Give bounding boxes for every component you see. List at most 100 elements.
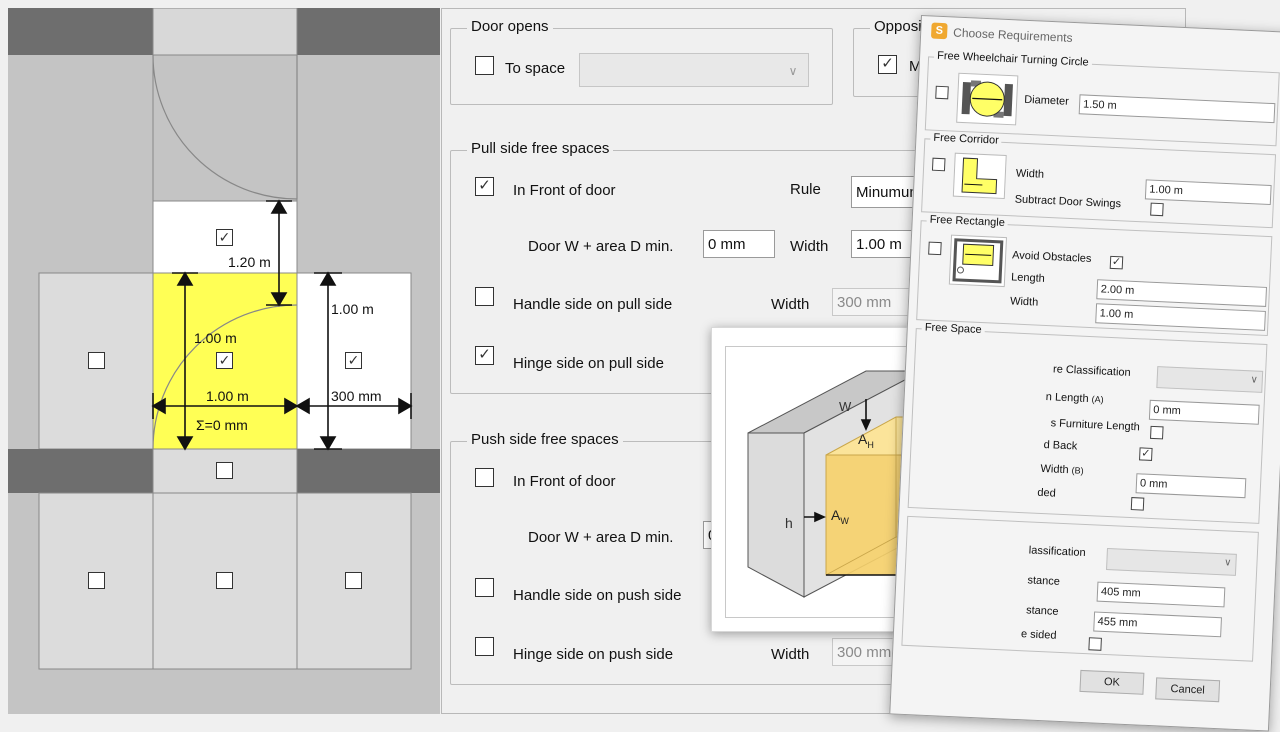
fs-width-input[interactable]: 0 mm xyxy=(1135,473,1247,499)
illus-ah-sub: H xyxy=(867,439,874,450)
door-opens-group: Door opens To space ∨ xyxy=(450,18,833,105)
dist-classification-label: lassification xyxy=(1028,544,1086,560)
rectangle-checkbox[interactable] xyxy=(928,241,942,256)
corridor-icon xyxy=(952,152,1007,199)
push-hinge-width-label: Width xyxy=(771,646,810,663)
zone-top-checkbox[interactable]: ✓ xyxy=(216,229,233,246)
dist-classification-select[interactable]: ∨ xyxy=(1106,547,1237,576)
pull-hinge-checkbox[interactable]: ✓ xyxy=(475,346,494,365)
to-space-select[interactable]: ∨ xyxy=(579,53,809,87)
rect-width-label: Width xyxy=(1009,295,1039,309)
zone-handle-checkbox[interactable] xyxy=(88,352,105,369)
turning-checkbox[interactable] xyxy=(935,85,949,100)
fs-furniture-label: s Furniture Length xyxy=(1050,417,1141,434)
illus-aw-sub: W xyxy=(840,515,849,526)
fs-ded-checkbox[interactable] xyxy=(1130,497,1145,511)
pull-door-w-input[interactable]: 0 mm xyxy=(703,230,775,258)
zone-push-front-checkbox[interactable] xyxy=(216,572,233,589)
illus-w-small: W xyxy=(839,399,852,414)
corridor-width-label: Width xyxy=(1015,167,1045,181)
pull-front-label: In Front of door xyxy=(513,182,616,199)
distance-group: lassification ∨ stance 405 mm stance 455… xyxy=(901,515,1259,662)
push-handle-checkbox[interactable] xyxy=(475,578,494,597)
push-handle-label: Handle side on push side xyxy=(513,587,682,604)
zone-door-checkbox[interactable] xyxy=(216,462,233,479)
zone-hinge-checkbox[interactable]: ✓ xyxy=(345,352,362,369)
avoid-obstacles-label: Avoid Obstacles xyxy=(1011,249,1092,265)
pull-side-legend: Pull side free spaces xyxy=(467,140,614,157)
app-logo-icon: S xyxy=(930,22,948,40)
illus-h-small: h xyxy=(785,515,793,531)
push-hinge-label: Hinge side on push side xyxy=(513,646,674,663)
push-side-legend: Push side free spaces xyxy=(467,431,623,448)
fs-width-sub: (B) xyxy=(1071,465,1084,476)
zone-front-checkbox[interactable]: ✓ xyxy=(216,352,233,369)
corridor-checkbox[interactable] xyxy=(931,157,946,172)
dim-side-offset: 300 mm xyxy=(331,388,382,404)
ok-button[interactable]: OK xyxy=(1079,669,1145,695)
door-opens-legend: Door opens xyxy=(467,18,553,35)
pull-hinge-label: Hinge side on pull side xyxy=(513,355,664,372)
subtract-swings-checkbox[interactable] xyxy=(1150,202,1164,217)
pull-width-label: Width xyxy=(790,238,829,255)
illus-aw: AW xyxy=(831,507,849,526)
pull-door-w-label: Door W + area D min. xyxy=(528,238,674,255)
cancel-button[interactable]: Cancel xyxy=(1155,677,1221,703)
pull-handle-checkbox[interactable] xyxy=(475,287,494,306)
fs-classification-select[interactable]: ∨ xyxy=(1156,366,1264,393)
illus-aw-letter: A xyxy=(831,507,841,523)
dim-sigma: Σ=0 mm xyxy=(196,417,248,433)
fs-furniture-checkbox[interactable] xyxy=(1150,425,1164,440)
corridor-width-input[interactable]: 1.00 m xyxy=(1144,179,1272,206)
chevron-down-icon: ∨ xyxy=(788,64,798,78)
dist2-input[interactable]: 455 mm xyxy=(1093,611,1222,638)
dist1-label: stance xyxy=(1027,574,1061,588)
chevron-down-icon: ∨ xyxy=(1223,557,1232,569)
rect-length-label: Length xyxy=(1010,271,1046,285)
floor-plan: ✓ ✓ ✓ 1.20 m 1.00 m 1.00 m 1.00 m 300 mm… xyxy=(8,8,440,714)
rectangle-legend: Free Rectangle xyxy=(926,213,1009,230)
chevron-down-icon: ∨ xyxy=(1250,374,1259,386)
rectangle-icon xyxy=(948,234,1008,288)
push-front-checkbox[interactable] xyxy=(475,468,494,487)
fs-length-sub: (A) xyxy=(1091,394,1104,405)
diameter-label: Diameter xyxy=(1023,93,1070,108)
free-space-group: Free Space re Classification ∨ n Length … xyxy=(907,321,1268,524)
wheelchair-turning-icon xyxy=(956,72,1019,126)
fs-back-checkbox[interactable]: ✓ xyxy=(1139,447,1153,461)
free-space-legend: Free Space xyxy=(921,321,985,337)
fs-width-label: Width (B) xyxy=(1040,463,1084,477)
fs-back-label: d Back xyxy=(1043,439,1078,453)
dist1-input[interactable]: 405 mm xyxy=(1096,581,1226,608)
fs-length-text: n Length xyxy=(1045,391,1089,405)
to-space-checkbox[interactable] xyxy=(475,56,494,75)
rect-length-input[interactable]: 2.00 m xyxy=(1096,279,1268,307)
zone-push-left-checkbox[interactable] xyxy=(88,572,105,589)
fs-classification-label: re Classification xyxy=(1052,363,1131,379)
opposing-min-checkbox[interactable]: ✓ xyxy=(878,55,897,74)
push-hinge-checkbox[interactable] xyxy=(475,637,494,656)
pull-handle-width-label: Width xyxy=(771,296,810,313)
push-front-label: In Front of door xyxy=(513,473,616,490)
corridor-legend: Free Corridor xyxy=(930,131,1003,147)
pull-handle-label: Handle side on pull side xyxy=(513,296,673,313)
diameter-input[interactable]: 1.50 m xyxy=(1078,94,1276,124)
dim-front-height: 1.00 m xyxy=(194,330,237,346)
rect-width-input[interactable]: 1.00 m xyxy=(1095,303,1266,331)
dim-top-depth: 1.20 m xyxy=(228,254,271,270)
push-door-w-label: Door W + area D min. xyxy=(528,529,674,546)
fs-length-label: n Length (A) xyxy=(1046,391,1104,406)
illus-ah-letter: A xyxy=(858,431,868,447)
pull-front-checkbox[interactable]: ✓ xyxy=(475,177,494,196)
sided-checkbox[interactable] xyxy=(1088,637,1102,651)
choose-requirements-dialog: S Choose Requirements Free Wheelchair Tu… xyxy=(889,15,1280,732)
illus-ah: AH xyxy=(858,431,874,450)
pull-rule-label: Rule xyxy=(790,181,821,198)
fs-length-input[interactable]: 0 mm xyxy=(1148,399,1260,425)
avoid-obstacles-checkbox[interactable]: ✓ xyxy=(1109,255,1124,270)
to-space-label: To space xyxy=(505,60,566,77)
dim-front-width: 1.00 m xyxy=(206,388,249,404)
sided-label: e sided xyxy=(1020,628,1057,642)
fs-width-text: Width xyxy=(1040,462,1069,477)
zone-push-right-checkbox[interactable] xyxy=(345,572,362,589)
